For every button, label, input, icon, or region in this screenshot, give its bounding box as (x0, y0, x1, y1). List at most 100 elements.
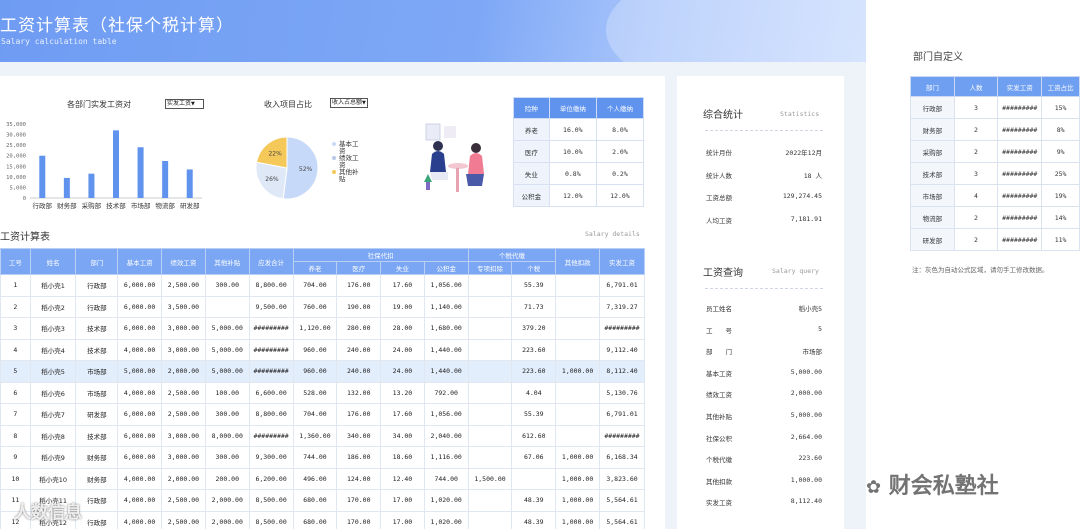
table-cell[interactable]: 行政部 (75, 295, 119, 318)
insurance-cell[interactable]: 医疗 (513, 140, 550, 163)
dept-cell[interactable]: 2 (953, 228, 999, 251)
table-cell[interactable]: 技术部 (75, 424, 119, 447)
table-cell[interactable]: 4.04 (511, 381, 557, 404)
table-cell[interactable]: 行政部 (75, 489, 119, 512)
table-cell[interactable]: 744.00 (292, 446, 338, 469)
table-row[interactable]: 11 稻小壳11 行政部 4,000.00 2,500.00 2,000.00 8,500.… (0, 489, 645, 512)
stat-value[interactable]: 2,664.00 (791, 433, 822, 441)
table-row[interactable]: 9 稻小壳9 财务部 6,000.00 3,000.00 300.00 9,300.00 74… (0, 446, 645, 469)
stat-value[interactable]: 市场部 (803, 346, 823, 356)
stat-value[interactable]: 129,274.45 (783, 192, 822, 200)
table-row[interactable]: 6 稻小壳6 市场部 4,000.00 2,500.00 100.00 6,600.00 52… (0, 381, 645, 404)
table-cell[interactable]: 1,680.00 (423, 317, 469, 340)
table-cell[interactable]: 1,360.00 (292, 424, 338, 447)
table-cell[interactable]: 3,000.00 (161, 338, 206, 361)
insurance-cell[interactable]: 2.0% (595, 140, 645, 163)
table-cell[interactable]: 6 (0, 381, 31, 404)
table-cell[interactable]: 5,564.61 (599, 510, 645, 529)
table-cell[interactable]: 6,600.00 (248, 381, 294, 404)
table-cell[interactable]: 1 (0, 274, 31, 297)
table-cell[interactable]: 13.20 (380, 381, 425, 404)
table-cell[interactable]: 28.00 (380, 317, 425, 340)
col-header-medical[interactable]: 医疗 (336, 261, 382, 275)
stat-value[interactable]: 18 人 (804, 170, 822, 180)
table-row[interactable]: 7 稻小壳7 研发部 6,000.00 2,500.00 300.00 8,800.00 70… (0, 403, 645, 426)
insurance-cell[interactable]: 8.0% (595, 118, 645, 141)
table-cell[interactable]: 34.00 (380, 424, 425, 447)
dept-cell[interactable]: 3 (953, 96, 999, 119)
table-cell[interactable]: 760.00 (292, 295, 338, 318)
table-cell[interactable] (467, 295, 513, 318)
table-cell[interactable]: 8,112.40 (599, 360, 645, 383)
table-cell[interactable]: 176.00 (336, 274, 382, 297)
table-cell[interactable]: 行政部 (75, 274, 119, 297)
stat-value[interactable]: 5,000.00 (791, 368, 822, 376)
table-cell[interactable]: 稻小壳9 (29, 446, 77, 469)
table-cell[interactable]: 财务部 (75, 446, 119, 469)
table-row[interactable]: 5 稻小壳5 市场部 5,000.00 2,000.00 5,000.00 ########… (0, 360, 645, 383)
table-cell[interactable]: 704.00 (292, 274, 338, 297)
stat-value[interactable]: 1,000.00 (791, 476, 822, 484)
table-cell[interactable]: 稻小壳7 (29, 403, 77, 426)
insurance-cell[interactable]: 养老 (513, 118, 550, 141)
table-cell[interactable]: 24.00 (380, 338, 425, 361)
dept-cell[interactable]: ######### (997, 228, 1043, 251)
stat-value[interactable]: 5 (818, 325, 822, 333)
table-cell[interactable]: 行政部 (75, 510, 119, 529)
bar-chart-selector[interactable]: 实发工资▼ (165, 99, 204, 109)
col-header-unemploy[interactable]: 失业 (380, 261, 425, 275)
dept-cell[interactable]: 2 (953, 206, 999, 229)
table-cell[interactable]: 稻小壳6 (29, 381, 77, 404)
table-cell[interactable]: 340.00 (336, 424, 382, 447)
table-cell[interactable]: 6,000.00 (117, 295, 162, 318)
table-cell[interactable] (467, 510, 513, 529)
table-cell[interactable]: 744.00 (423, 467, 469, 490)
dept-cell[interactable]: 19% (1041, 184, 1080, 207)
table-cell[interactable]: 132.00 (336, 381, 382, 404)
bar[interactable] (113, 130, 119, 198)
dept-cell[interactable]: 技术部 (910, 162, 955, 185)
dept-cell[interactable]: ######### (997, 140, 1043, 163)
table-cell[interactable]: 6,000.00 (117, 274, 162, 297)
table-cell[interactable] (467, 446, 513, 469)
col-header-tax[interactable]: 个税代缴 (467, 248, 557, 262)
table-cell[interactable]: 2,500.00 (161, 489, 206, 512)
table-cell[interactable]: 240.00 (336, 360, 382, 383)
table-cell[interactable]: 124.00 (336, 467, 382, 490)
table-cell[interactable]: 300.00 (204, 274, 250, 297)
table-cell[interactable]: 223.60 (511, 360, 557, 383)
table-cell[interactable]: 792.00 (423, 381, 469, 404)
table-cell[interactable]: 1,000.00 (555, 467, 600, 490)
table-cell[interactable]: 17.60 (380, 403, 425, 426)
table-cell[interactable]: 680.00 (292, 510, 338, 529)
table-cell[interactable]: 300.00 (204, 446, 250, 469)
table-cell[interactable]: 10 (0, 467, 31, 490)
dept-cell[interactable]: 25% (1041, 162, 1080, 185)
table-cell[interactable] (555, 381, 600, 404)
table-cell[interactable]: 8,500.00 (248, 510, 294, 529)
table-cell[interactable]: 市场部 (75, 381, 119, 404)
table-cell[interactable]: ######### (248, 424, 294, 447)
dept-cell[interactable]: 财务部 (910, 118, 955, 141)
dept-cell[interactable]: ######### (997, 118, 1043, 141)
table-row[interactable]: 3 稻小壳3 技术部 6,000.00 3,000.00 5,000.00 ########… (0, 317, 645, 340)
table-cell[interactable]: 6,168.34 (599, 446, 645, 469)
table-cell[interactable]: 3,823.60 (599, 467, 645, 490)
table-cell[interactable]: 技术部 (75, 338, 119, 361)
dept-cell[interactable]: 9% (1041, 140, 1080, 163)
table-cell[interactable]: 223.60 (511, 338, 557, 361)
stat-value[interactable]: 2022年12月 (786, 147, 822, 157)
table-cell[interactable]: 186.00 (336, 446, 382, 469)
table-cell[interactable]: 7,319.27 (599, 295, 645, 318)
table-row[interactable]: 4 稻小壳4 技术部 4,000.00 3,000.00 5,000.00 ########… (0, 338, 645, 361)
stat-value[interactable]: 223.60 (799, 454, 822, 462)
table-cell[interactable]: 1,116.00 (423, 446, 469, 469)
dept-cell[interactable]: 4 (953, 184, 999, 207)
table-cell[interactable]: 1,440.00 (423, 360, 469, 383)
table-cell[interactable]: 2,040.00 (423, 424, 469, 447)
table-cell[interactable]: 6,000.00 (117, 317, 162, 340)
table-cell[interactable] (555, 424, 600, 447)
col-header-base[interactable]: 基本工资 (117, 248, 162, 275)
table-cell[interactable]: 2,500.00 (161, 403, 206, 426)
table-cell[interactable]: 680.00 (292, 489, 338, 512)
